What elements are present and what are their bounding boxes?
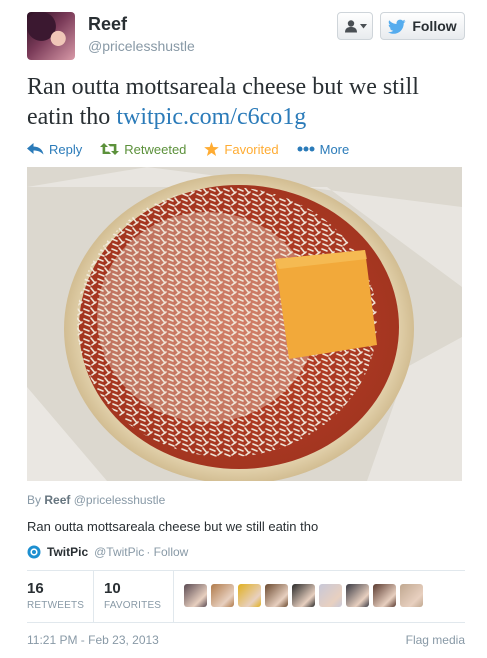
star-icon xyxy=(204,142,220,156)
retweeted-button[interactable]: Retweeted xyxy=(100,142,186,157)
retweets-count: 16 xyxy=(27,580,44,597)
more-dots-icon xyxy=(297,146,315,152)
reply-label: Reply xyxy=(49,141,83,157)
media-author-name[interactable]: Reef xyxy=(44,493,70,507)
tweet-text: Ran outta mottsareala cheese but we stil… xyxy=(27,72,467,132)
favoriter-avatar[interactable] xyxy=(319,584,342,607)
provider-handle[interactable]: @TwitPic xyxy=(94,545,144,559)
stats-divider xyxy=(173,571,174,623)
stats-divider xyxy=(93,571,94,623)
tweet-stats: 16 RETWEETS 10 FAVORITES xyxy=(27,571,465,623)
media-caption: Ran outta mottsareala cheese but we stil… xyxy=(27,519,319,534)
favoriter-avatar[interactable] xyxy=(292,584,315,607)
favoriter-avatars xyxy=(184,584,423,607)
retweets-label: RETWEETS xyxy=(27,600,85,611)
retweet-icon xyxy=(100,143,120,155)
provider-follow-link[interactable]: · Follow xyxy=(146,545,188,559)
bird-icon xyxy=(388,19,406,34)
pizza-image xyxy=(27,167,462,481)
by-label: By xyxy=(27,493,42,507)
user-actions-button[interactable] xyxy=(337,12,373,40)
person-icon xyxy=(344,20,357,33)
favoriter-avatar[interactable] xyxy=(346,584,369,607)
retweets-stat[interactable]: 16 RETWEETS xyxy=(27,580,84,611)
user-name[interactable]: Reef xyxy=(88,14,127,35)
media-byline: By Reef @pricelesshustle xyxy=(27,493,165,507)
user-handle[interactable]: @pricelesshustle xyxy=(88,38,195,54)
favorited-label: Favorited xyxy=(224,141,279,157)
follow-button[interactable]: Follow xyxy=(380,12,465,40)
more-label: More xyxy=(319,141,350,157)
media-provider: TwitPic @TwitPic · Follow xyxy=(27,545,188,559)
reply-icon xyxy=(27,143,44,155)
tweet-link[interactable]: twitpic.com/c6co1g xyxy=(116,104,306,130)
tweet-photo[interactable] xyxy=(27,167,462,481)
avatar[interactable] xyxy=(27,12,75,60)
favoriter-avatar[interactable] xyxy=(211,584,234,607)
tweet-timestamp: 11:21 PM - Feb 23, 2013 xyxy=(27,633,159,647)
follow-label: Follow xyxy=(412,18,457,34)
favoriter-avatar[interactable] xyxy=(265,584,288,607)
favoriter-avatar[interactable] xyxy=(373,584,396,607)
more-button[interactable]: More xyxy=(297,141,350,157)
tweet-actions: Reply Retweeted Favorited More xyxy=(27,141,367,157)
caret-down-icon xyxy=(359,23,367,28)
flag-media-link[interactable]: Flag media xyxy=(406,633,465,647)
favoriter-avatar[interactable] xyxy=(238,584,261,607)
favorites-count: 10 xyxy=(104,580,121,597)
provider-name[interactable]: TwitPic xyxy=(47,545,88,559)
favoriter-avatar[interactable] xyxy=(184,584,207,607)
media-author-handle[interactable]: @pricelesshustle xyxy=(74,493,166,507)
divider xyxy=(27,622,465,623)
retweeted-label: Retweeted xyxy=(124,141,187,157)
favorites-label: FAVORITES xyxy=(104,600,162,611)
favorites-stat[interactable]: 10 FAVORITES xyxy=(104,580,161,611)
reply-button[interactable]: Reply xyxy=(27,142,82,157)
favoriter-avatar[interactable] xyxy=(400,584,423,607)
twitpic-icon xyxy=(27,545,41,559)
favorited-button[interactable]: Favorited xyxy=(204,141,279,157)
